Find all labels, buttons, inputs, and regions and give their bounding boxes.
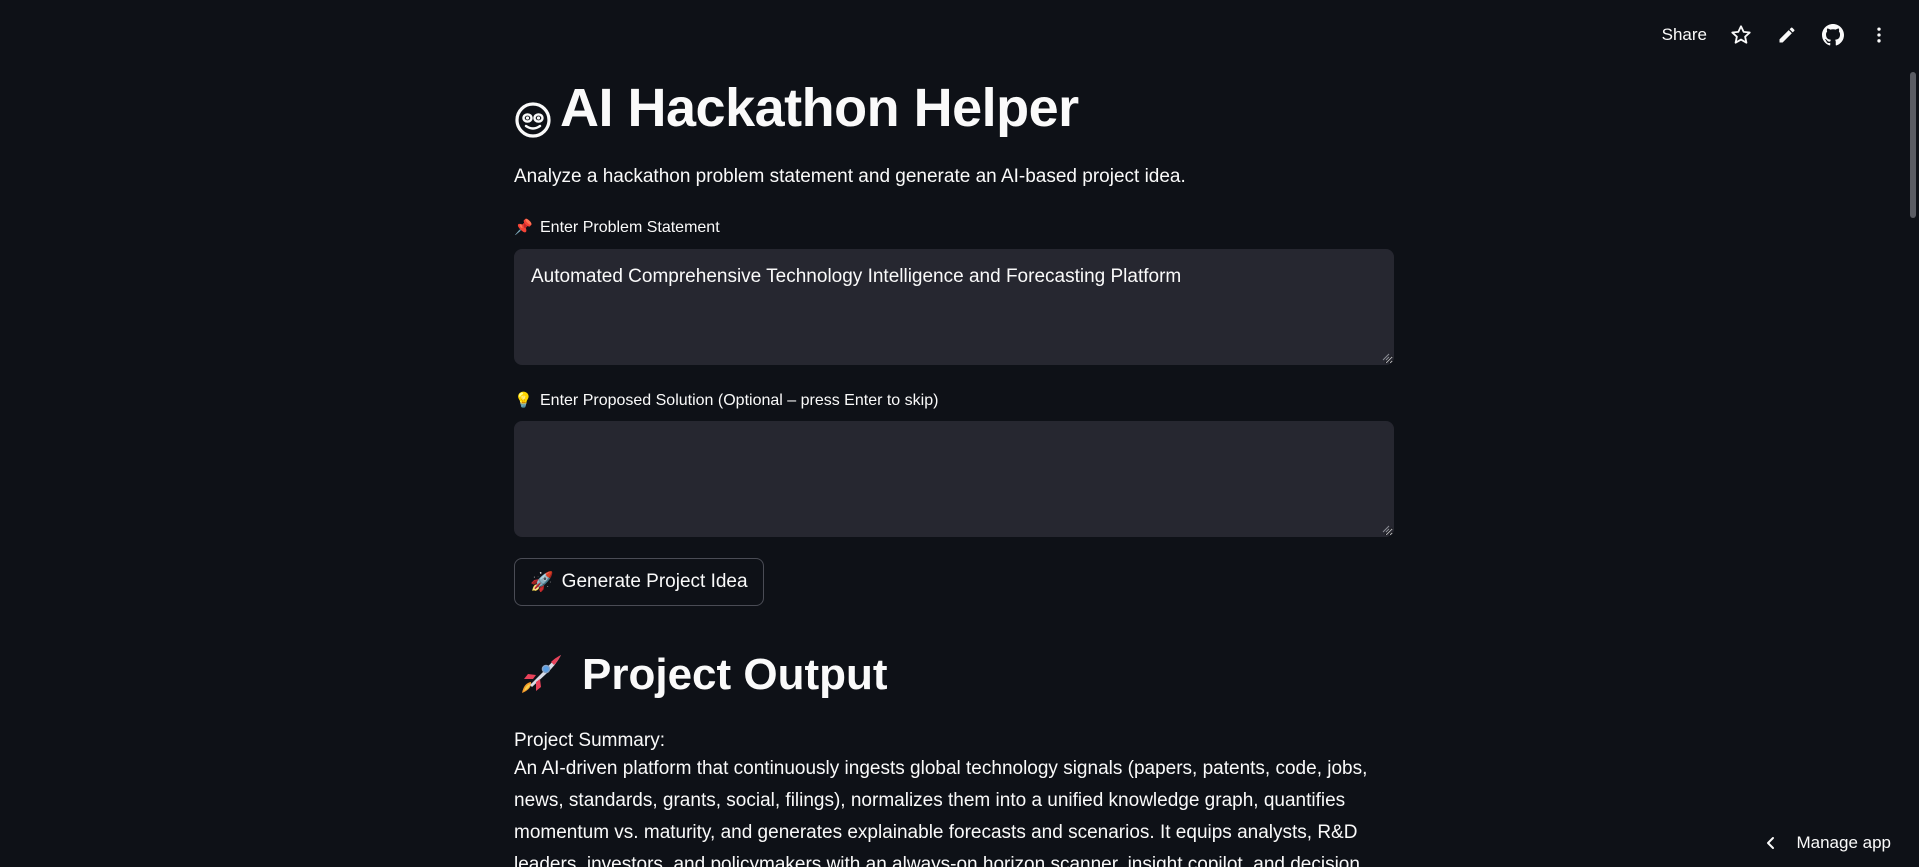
resize-grip-icon[interactable] bbox=[1382, 525, 1390, 533]
page-title: AI Hackathon Helper bbox=[514, 76, 1079, 140]
project-summary-text: An AI-driven platform that continuously … bbox=[514, 758, 1368, 867]
rocket-icon: 🚀 bbox=[530, 572, 554, 593]
github-icon[interactable] bbox=[1821, 23, 1845, 47]
generate-button-label: Generate Project Idea bbox=[561, 571, 748, 592]
rocket-icon bbox=[514, 649, 566, 701]
problem-statement-wrapper bbox=[514, 249, 1394, 365]
project-output-heading-text: Project Output bbox=[582, 650, 888, 699]
star-icon[interactable] bbox=[1729, 23, 1753, 47]
more-vertical-icon[interactable] bbox=[1867, 23, 1891, 47]
proposed-solution-label: 💡 Enter Proposed Solution (Optional – pr… bbox=[514, 390, 938, 412]
pushpin-icon: 📌 bbox=[514, 219, 533, 236]
manage-app-label: Manage app bbox=[1796, 833, 1891, 852]
problem-statement-label-text: Enter Problem Statement bbox=[540, 219, 720, 236]
robot-face-icon bbox=[514, 89, 552, 138]
proposed-solution-input[interactable] bbox=[514, 421, 1394, 537]
pencil-icon[interactable] bbox=[1775, 23, 1799, 47]
problem-statement-input[interactable] bbox=[514, 249, 1394, 365]
lightbulb-icon: 💡 bbox=[514, 392, 533, 409]
scrollbar[interactable] bbox=[1910, 72, 1916, 218]
problem-statement-label: 📌 Enter Problem Statement bbox=[514, 217, 720, 239]
page-subtitle: Analyze a hackathon problem statement an… bbox=[514, 166, 1186, 187]
share-button[interactable]: Share bbox=[1662, 25, 1707, 45]
generate-project-idea-button[interactable]: 🚀 Generate Project Idea bbox=[514, 558, 764, 606]
project-output-heading: Project Output bbox=[514, 645, 888, 705]
resize-grip-icon[interactable] bbox=[1382, 353, 1390, 361]
chevron-left-icon bbox=[1764, 836, 1778, 850]
manage-app-button[interactable]: Manage app bbox=[1756, 829, 1891, 857]
top-toolbar: Share bbox=[1662, 20, 1891, 50]
proposed-solution-wrapper bbox=[514, 421, 1394, 537]
app-root: Share AI Hackathon Helper Analyze a hack… bbox=[0, 0, 1919, 867]
proposed-solution-label-text: Enter Proposed Solution (Optional – pres… bbox=[540, 392, 939, 409]
page-title-text: AI Hackathon Helper bbox=[560, 78, 1079, 138]
